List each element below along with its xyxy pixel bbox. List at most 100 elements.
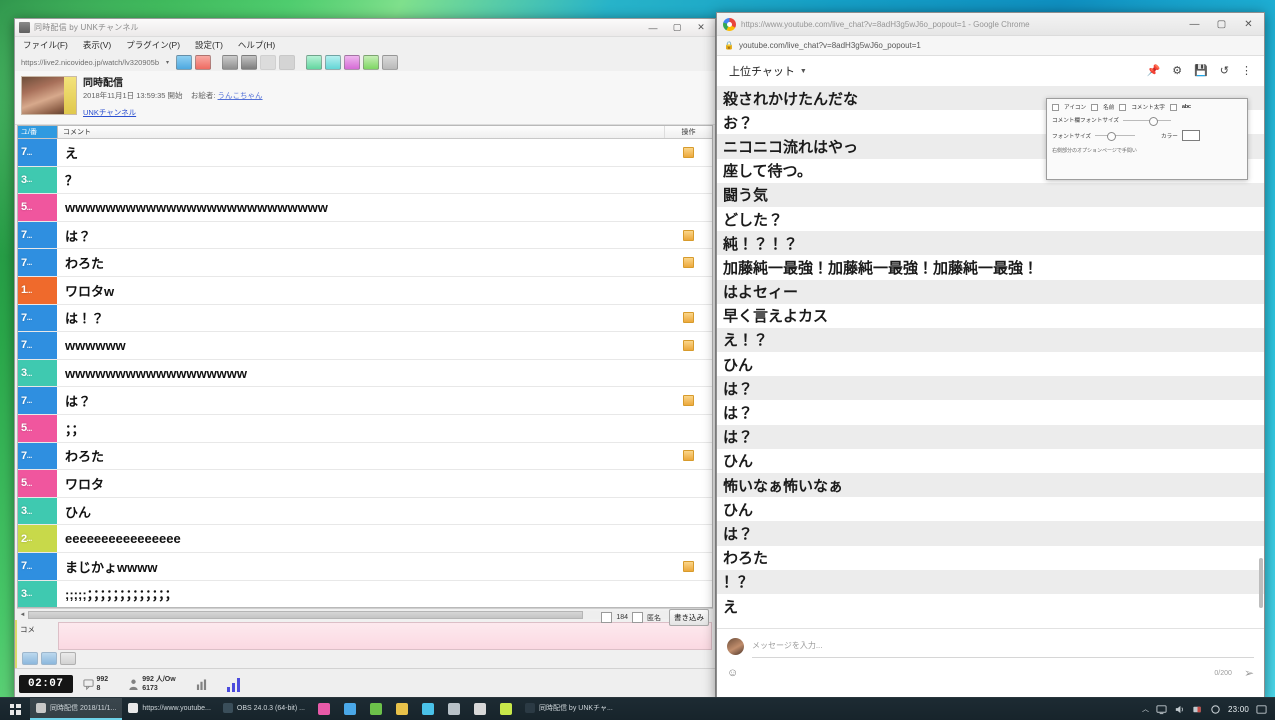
more-icon[interactable]: ⋮	[1241, 65, 1252, 77]
flag-icon[interactable]	[683, 395, 694, 407]
taskbar-pin-window-icon[interactable]	[467, 698, 493, 720]
open-log-button[interactable]	[241, 54, 258, 70]
row-flag-cell[interactable]	[665, 312, 712, 324]
comment-viewer-toolbar[interactable]: https://live2.nicovideo.jp/watch/lv32090…	[15, 53, 715, 71]
table-row[interactable]: 7... は？	[18, 221, 712, 250]
taskbar-pin-image-icon[interactable]	[441, 698, 467, 720]
settings-checkbox-row[interactable]: アイコン 名前 コメント太字 abc	[1052, 103, 1242, 111]
scroll-thumb[interactable]	[28, 610, 583, 619]
taskbar-pin-folder-icon[interactable]	[363, 698, 389, 720]
taskbar-item[interactable]: 同時配信 2018/11/1...	[30, 698, 123, 720]
comment-input[interactable]	[58, 622, 712, 650]
table-row[interactable]: 7... わろた	[18, 249, 712, 277]
table-row[interactable]: 7... え	[18, 139, 712, 167]
scroll-left-icon[interactable]: ◄	[17, 612, 28, 618]
cv-close-button[interactable]: ✕	[689, 20, 713, 35]
row-flag-cell[interactable]	[665, 146, 712, 158]
table-row[interactable]: 3... ひん	[18, 497, 712, 526]
column-header-extra[interactable]: 操作	[665, 126, 712, 138]
save-log-button[interactable]	[222, 54, 239, 70]
chat-mode-selector[interactable]: 上位チャット ▼	[729, 63, 807, 79]
notification-icon[interactable]	[1256, 704, 1267, 715]
taskbar-item[interactable]: OBS 24.0.3 (64-bit) ...	[217, 698, 311, 720]
connect-button[interactable]	[176, 54, 193, 70]
row-flag-cell[interactable]	[665, 395, 712, 407]
user-id-cell[interactable]: 3...	[18, 166, 57, 194]
menu-help[interactable]: ヘルプ(H)	[238, 39, 275, 51]
table-row[interactable]: 7... は？	[18, 387, 712, 415]
reload-icon[interactable]: ↺	[1220, 65, 1229, 77]
flag-icon[interactable]	[683, 257, 694, 269]
table-row[interactable]: 3... ;;;;;；；；；；；；；；；；；；	[18, 580, 712, 607]
flag-icon[interactable]	[683, 312, 694, 324]
chat-scrollbar-thumb[interactable]	[1259, 558, 1263, 609]
table-row[interactable]: 3... ？	[18, 166, 712, 195]
config-button[interactable]	[363, 54, 380, 70]
post-style-button-2[interactable]	[41, 652, 57, 665]
broadcast-owner-link[interactable]: うんこちゃん	[218, 91, 263, 100]
post-style-button-3[interactable]	[60, 652, 76, 665]
flag-icon[interactable]	[683, 339, 694, 351]
column-header-user[interactable]: ユ/番	[18, 126, 58, 138]
user-id-cell[interactable]: 7...	[18, 249, 57, 276]
menu-view[interactable]: 表示(V)	[83, 39, 111, 51]
sync-icon[interactable]	[1210, 704, 1221, 715]
name-checkbox[interactable]	[1091, 103, 1099, 111]
font-size-slider[interactable]	[1095, 132, 1135, 141]
user-id-cell[interactable]: 7...	[18, 442, 57, 470]
chrome-minimize-button[interactable]: —	[1181, 14, 1208, 35]
menu-plugin[interactable]: プラグイン(P)	[126, 39, 180, 51]
table-row[interactable]: 5... ；；	[18, 414, 712, 443]
user-id-cell[interactable]: 1...	[18, 276, 57, 304]
battery-icon[interactable]	[1192, 704, 1203, 715]
user-id-cell[interactable]: 2...	[18, 525, 57, 552]
taskbar-pin-brush-icon[interactable]	[337, 698, 363, 720]
post-send-button[interactable]: 書き込み	[669, 609, 709, 626]
menu-settings[interactable]: 設定(T)	[195, 39, 223, 51]
table-row[interactable]: 2... eeeeeeeeeeeeeeee	[18, 525, 712, 553]
user-id-cell[interactable]: 3...	[18, 359, 57, 387]
monitor-icon[interactable]	[1156, 704, 1167, 715]
row-flag-cell[interactable]	[665, 257, 712, 269]
row-flag-cell[interactable]	[665, 450, 712, 462]
table-row[interactable]: 7... wwwwww	[18, 332, 712, 360]
pin-icon[interactable]: 📌	[1147, 65, 1161, 77]
flag-icon[interactable]	[683, 229, 694, 241]
anon-checkbox[interactable]	[601, 612, 613, 623]
user-id-cell[interactable]: 5...	[18, 194, 57, 221]
chat-font-size-row[interactable]: コメント欄フォントサイズ	[1052, 116, 1242, 126]
volume-icon[interactable]	[1174, 704, 1185, 715]
abc-checkbox[interactable]	[1169, 103, 1177, 111]
font-size-row[interactable]: フォントサイズ カラー	[1052, 130, 1242, 141]
anon2-checkbox[interactable]	[632, 612, 643, 623]
disconnect-button[interactable]	[195, 54, 212, 70]
chevron-down-icon[interactable]: ▼	[800, 68, 807, 75]
slider-knob[interactable]	[1148, 116, 1158, 126]
plugin-button[interactable]	[344, 54, 361, 70]
table-row[interactable]: 7... わろた	[18, 442, 712, 471]
chat-settings-panel[interactable]: アイコン 名前 コメント太字 abc コメント欄フォントサイズ フォントサイズ …	[1046, 98, 1248, 180]
cv-maximize-button[interactable]: ▢	[665, 20, 689, 35]
user-id-cell[interactable]: 7...	[18, 552, 57, 580]
chevron-up-icon[interactable]: ︿	[1142, 704, 1149, 714]
user-id-cell[interactable]: 3...	[18, 580, 57, 607]
cv-minimize-button[interactable]: —	[641, 20, 665, 35]
flag-icon[interactable]	[683, 146, 694, 158]
ngword-button[interactable]	[306, 54, 323, 70]
comment-post-area[interactable]: コメ 184 匿名 書き込み	[15, 609, 715, 668]
chat-message-list[interactable]: アイコン 名前 コメント太字 abc コメント欄フォントサイズ フォントサイズ …	[717, 86, 1264, 628]
user-id-cell[interactable]: 7...	[18, 332, 57, 359]
bold-checkbox[interactable]	[1119, 103, 1127, 111]
chevron-down-icon[interactable]: ▾	[166, 59, 169, 66]
taskbar-clock[interactable]: 23:00	[1228, 705, 1249, 714]
chrome-window[interactable]: https://www.youtube.com/live_chat?v=8adH…	[716, 12, 1265, 700]
table-row[interactable]: 7... は！？	[18, 304, 712, 333]
table-row[interactable]: 5... wwwwwwwwwwwwwwwwwwwwwwwwww	[18, 194, 712, 222]
user-id-cell[interactable]: 7...	[18, 221, 57, 249]
system-tray[interactable]: ︿ 23:00	[1142, 704, 1275, 715]
user-id-cell[interactable]: 5...	[18, 414, 57, 442]
send-icon[interactable]: ➢	[1244, 666, 1254, 680]
chrome-address-bar[interactable]: 🔒 youtube.com/live_chat?v=8adH3g5wJ6o_po…	[717, 36, 1264, 56]
gear-icon[interactable]: ⚙	[1172, 65, 1182, 77]
filter-button[interactable]	[325, 54, 342, 70]
